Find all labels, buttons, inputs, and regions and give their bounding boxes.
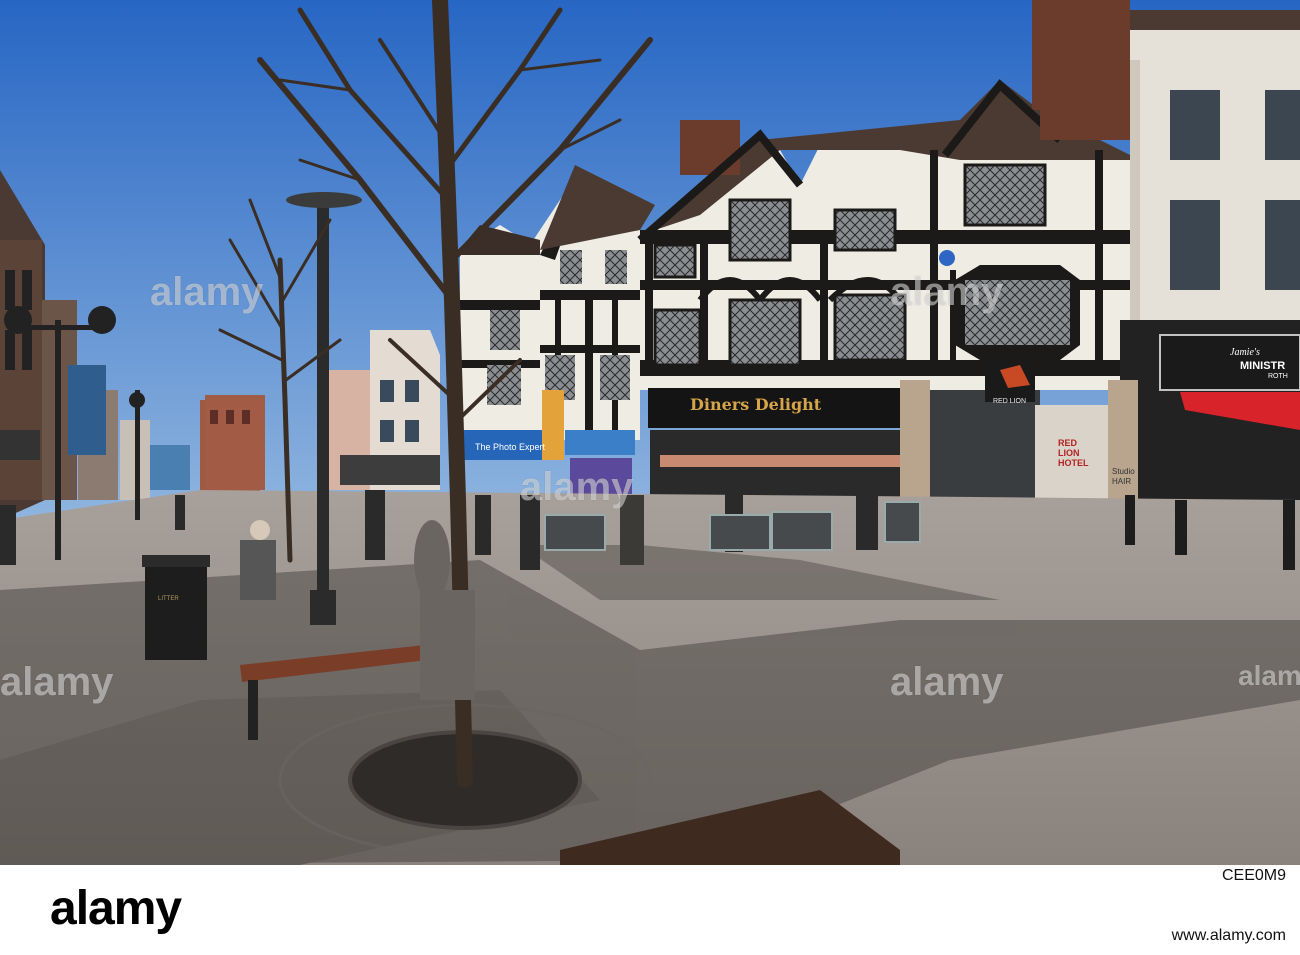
ministry-sub-sign: ROTH (1268, 373, 1288, 380)
studio-hair-sign: Studio HAIR (1112, 467, 1135, 486)
distant-buildings (205, 395, 265, 490)
litter-bin-label: LITTER (158, 596, 179, 602)
town-square-photo (0, 0, 1300, 865)
site-url: www.alamy.com (1171, 927, 1286, 944)
litter-bin (142, 555, 210, 660)
photo-expert-sign: The Photo Expert (475, 442, 546, 452)
diners-delight-sign: Diners Delight (690, 395, 822, 414)
red-lion-sign: RED LION (993, 398, 1027, 405)
stock-footer: alamy CEE0M9 www.alamy.com (0, 865, 1300, 955)
image-id: CEE0M9 (1221, 867, 1286, 884)
ministry-sign: MINISTR (1240, 360, 1286, 372)
stock-photo-frame: Diners Delight The Photo Expert RED LION… (0, 0, 1300, 955)
red-lion-hotel-sign: RED LION HOTEL (1058, 438, 1089, 468)
ministry-brand-sign: Jamie's (1230, 347, 1260, 358)
alamy-logo: alamy (50, 882, 182, 935)
